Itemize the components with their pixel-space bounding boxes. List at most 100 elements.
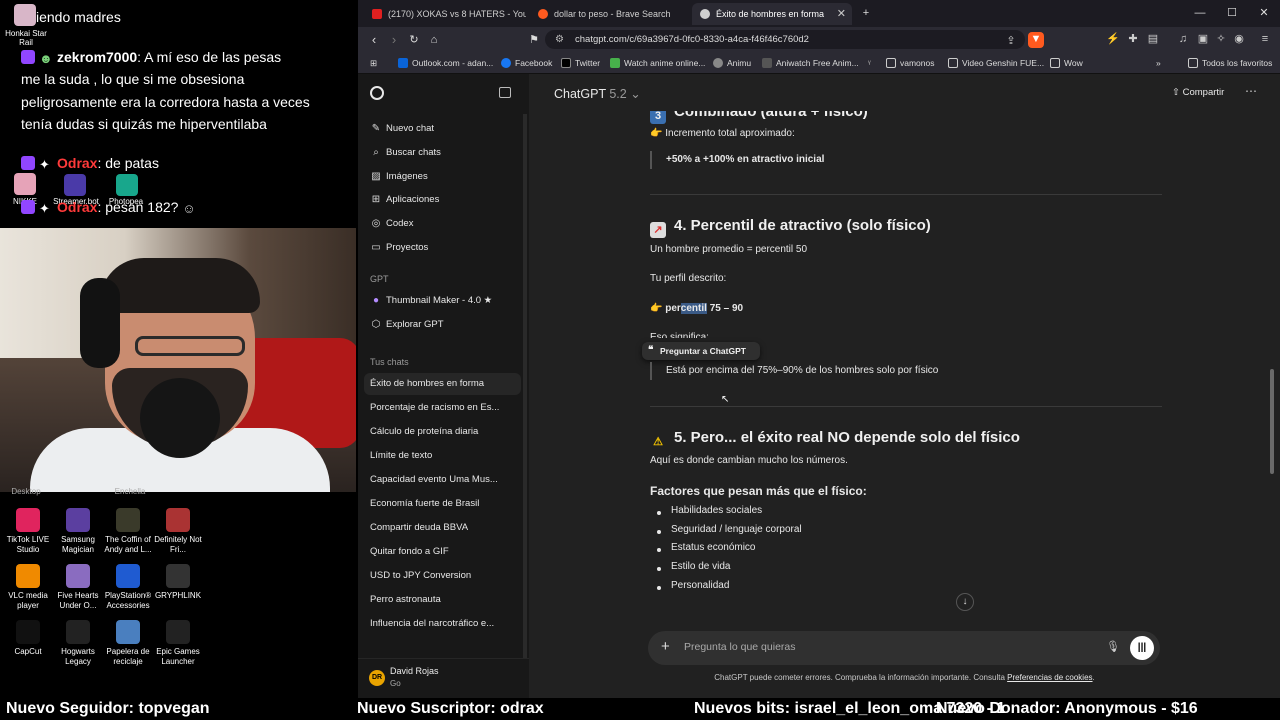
bookmark-aniwatch[interactable]: Aniwatch Free Anim...	[762, 56, 859, 70]
share-button[interactable]: ⇧ Compartir	[1172, 87, 1224, 98]
forward-button[interactable]: ›	[384, 30, 404, 50]
vpn-icon[interactable]: ◉	[1232, 32, 1246, 46]
tab-youtube[interactable]: (2170) XOKAS vs 8 HATERS - YouTub	[364, 3, 526, 25]
ask-chatgpt-tooltip[interactable]: ❝ Preguntar a ChatGPT	[642, 342, 760, 360]
gpt-thumbnail-maker[interactable]: ● Thumbnail Maker - 4.0 ★	[364, 290, 521, 312]
desktop-icon[interactable]: Five Hearts Under O...	[50, 564, 106, 611]
desktop-icon[interactable]: VLC media player	[0, 564, 56, 611]
chat-history-item[interactable]: Quitar fondo a GIF	[364, 541, 521, 563]
youtube-icon	[372, 9, 382, 19]
desktop-icon[interactable]: The Coffin of Andy and L...	[100, 508, 156, 555]
more-options-icon[interactable]: ⋯	[1245, 84, 1257, 98]
desktop-icon[interactable]: Papelera de reciclaje	[100, 620, 156, 667]
bookmark-animu[interactable]: Animu	[713, 56, 751, 70]
home-button[interactable]: ⌂	[424, 30, 444, 50]
chat-history-item[interactable]: Porcentaje de racismo en Es...	[364, 397, 521, 419]
desktop-icon[interactable]: GRYPHLINK	[150, 564, 206, 601]
chat-history-item[interactable]: Cálculo de proteína diaria	[364, 421, 521, 443]
chat-history-item[interactable]: Economía fuerte de Brasil	[364, 493, 521, 515]
sidebar-item-search[interactable]: ⌕ Buscar chats	[364, 142, 521, 164]
composer[interactable]: + Pregunta lo que quieras 🎙 |||	[648, 631, 1160, 665]
brave-shield-icon[interactable]: ▼	[1028, 32, 1044, 48]
composer-input[interactable]: Pregunta lo que quieras	[684, 641, 796, 653]
chat-history-item[interactable]: Influencia del narcotráfico e...	[364, 613, 521, 635]
chat-history-item[interactable]: Capacidad evento Uma Mus...	[364, 469, 521, 491]
music-icon[interactable]: ♫	[1176, 32, 1190, 46]
share-url-icon[interactable]: ⇪	[1004, 34, 1018, 48]
chat-history-item[interactable]: Límite de texto	[364, 445, 521, 467]
bookmark-folder-vamonos[interactable]: vamonos	[886, 56, 935, 70]
profile-area[interactable]: DR David Rojas Go	[358, 658, 529, 698]
app-icon	[166, 620, 190, 644]
desktop-icon-label: CapCut	[14, 647, 42, 656]
voice-mode-button[interactable]: |||	[1130, 636, 1154, 660]
plus-icon[interactable]: +	[661, 638, 670, 655]
sidebar-item-apps[interactable]: ⊞ Aplicaciones	[364, 189, 521, 211]
new-tab-button[interactable]: +	[856, 3, 876, 23]
microphone-icon[interactable]: 🎙	[1106, 640, 1120, 653]
chat-text-cont: peligrosamente era la corredora hasta a …	[21, 94, 310, 110]
scroll-down-button[interactable]: ↓	[956, 593, 974, 611]
more-bookmarks-icon[interactable]: »	[1156, 56, 1161, 70]
explore-gpts[interactable]: ⬡ Explorar GPT	[364, 314, 521, 336]
maximize-button[interactable]: ☐	[1222, 3, 1242, 23]
chat-username: Odrax	[57, 199, 98, 215]
tab-brave-search[interactable]: dollar to peso - Brave Search	[530, 3, 686, 25]
anime-icon	[610, 58, 620, 68]
content-scrollbar[interactable]	[1270, 369, 1274, 474]
back-button[interactable]: ‹	[364, 30, 384, 50]
bookmark-folder-video-genshin[interactable]: Video Genshin FUE...	[948, 56, 1044, 70]
section-heading-5: ⚠ 5. Pero... el éxito real NO depende sol…	[650, 429, 1020, 450]
close-window-button[interactable]: ✕	[1254, 3, 1274, 23]
model-selector[interactable]: ChatGPT 5.2 ⌄	[554, 86, 641, 101]
desktop-icon[interactable]: PlayStation® Accessories	[100, 564, 156, 611]
sidebar-item-new-chat[interactable]: ✎ Nuevo chat	[364, 118, 521, 140]
bookmarks-bar: ⊞ Outlook.com - adan... Facebook Twitter…	[358, 52, 1280, 74]
chat-history-item[interactable]: Compartir deuda BBVA	[364, 517, 521, 539]
webcam-headset	[80, 278, 120, 368]
chat-history-item[interactable]: Éxito de hombres en forma	[364, 373, 521, 395]
bookmark-folder-wow[interactable]: Wow	[1050, 56, 1083, 70]
chat-history-item[interactable]: Perro astronauta	[364, 589, 521, 611]
wallet-icon[interactable]: ▣	[1196, 32, 1210, 46]
bookmark-misc-icon[interactable]: ᵞ	[868, 56, 871, 70]
menu-icon[interactable]: ≡	[1258, 32, 1272, 46]
outlook-icon	[398, 58, 408, 68]
apps-grid-icon[interactable]: ⊞	[370, 56, 377, 70]
extension-icon[interactable]: ⚡	[1106, 32, 1120, 46]
bookmark-facebook[interactable]: Facebook	[501, 56, 552, 70]
minimize-button[interactable]: —	[1190, 3, 1210, 23]
desktop-icon[interactable]: CapCut	[0, 620, 56, 657]
chat-history-item[interactable]: USD to JPY Conversion	[364, 565, 521, 587]
text-selection[interactable]: centil	[680, 303, 707, 314]
sidebar-item-projects[interactable]: ▭ Proyectos	[364, 237, 521, 259]
all-bookmarks[interactable]: Todos los favoritos	[1188, 56, 1272, 70]
desktop-icon[interactable]: Epic Games Launcher	[150, 620, 206, 667]
sidebar-item-codex[interactable]: ◎ Codex	[364, 213, 521, 235]
openai-logo-icon[interactable]	[370, 86, 384, 100]
puzzle-icon[interactable]: ✚	[1126, 32, 1140, 46]
desktop-icon-label: Epic Games Launcher	[156, 647, 200, 666]
cookie-preferences-link[interactable]: Preferencias de cookies	[1007, 673, 1092, 682]
sidebar-scrollbar[interactable]	[523, 114, 527, 674]
sidebar-collapse-icon[interactable]	[499, 87, 511, 98]
leo-icon[interactable]: ✧	[1214, 32, 1228, 46]
desktop-icon[interactable]: Definitely Not Fri...	[150, 508, 206, 555]
desktop-icon[interactable]: Hogwarts Legacy	[50, 620, 106, 667]
sidebar-item-images[interactable]: ▨ Imágenes	[364, 166, 521, 188]
reload-button[interactable]: ↻	[404, 30, 424, 50]
close-tab-icon[interactable]: ✕	[837, 3, 846, 25]
sidebar-toggle-icon[interactable]: ▤	[1146, 32, 1160, 46]
desktop-icon[interactable]: TikTok LIVE Studio	[0, 508, 56, 555]
bookmark-outlook[interactable]: Outlook.com - adan...	[398, 56, 493, 70]
desktop-icon[interactable]: Samsung Magician	[50, 508, 106, 555]
bookmark-watch-anime[interactable]: Watch anime online...	[610, 56, 705, 70]
bookmark-twitter[interactable]: Twitter	[561, 56, 600, 70]
chat-partial-line: iendo madres	[36, 9, 121, 25]
tab-chatgpt[interactable]: Éxito de hombres en forma ✕	[692, 3, 852, 25]
model-version: 5.2	[609, 87, 627, 101]
url-field[interactable]: ⚙ chatgpt.com/c/69a3967d-0fc0-8330-a4ca-f…	[545, 30, 1025, 49]
profile-name: David Rojas	[390, 666, 439, 676]
bookmark-icon[interactable]: ⚑	[524, 30, 544, 50]
section-your-chats: Tus chats	[370, 357, 409, 367]
